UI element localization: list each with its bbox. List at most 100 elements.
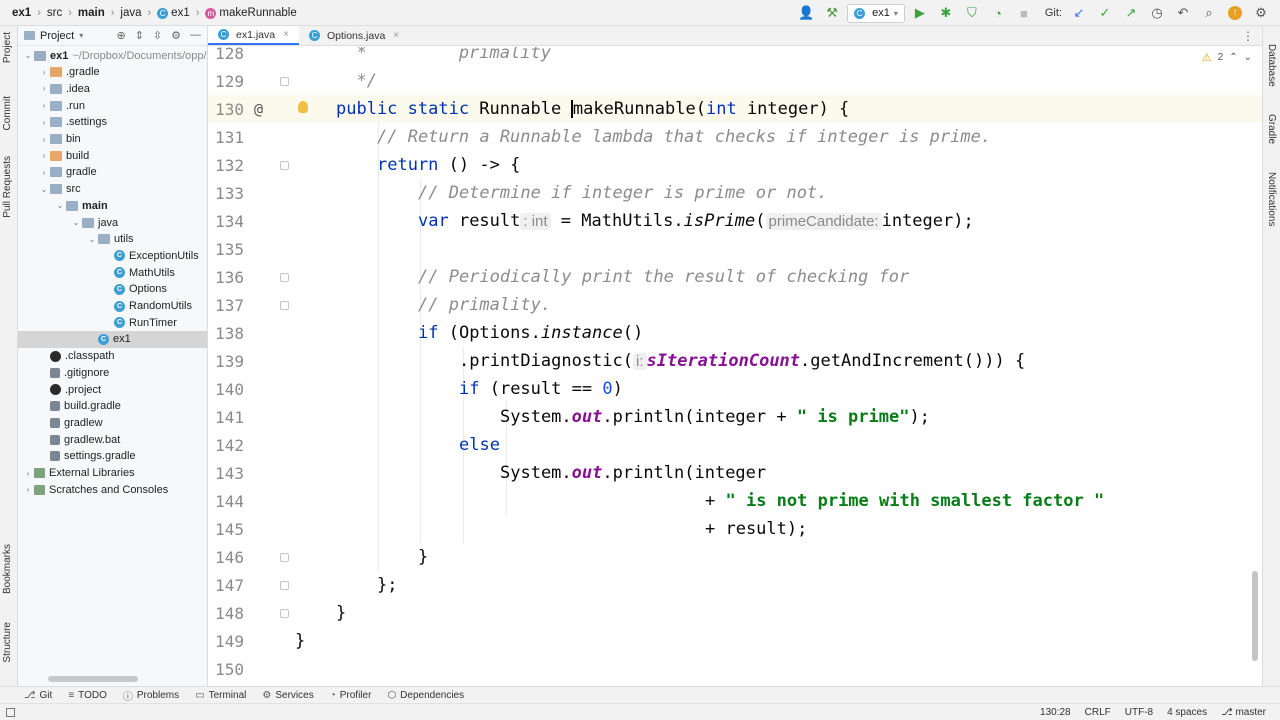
locate-icon[interactable]: ⊕ [116,29,125,42]
structure-tool-button[interactable]: Structure [2,622,13,663]
code-line[interactable]: 143 System.out.println(integer [208,459,1262,487]
line-number[interactable]: 150 [208,660,244,679]
code-line[interactable]: 148} [208,599,1262,627]
tree-item[interactable]: ⌄ src [18,181,207,198]
search-icon[interactable]: ⌕ [1198,3,1220,23]
tree-item[interactable]: ⌄ utils [18,231,207,248]
profile-icon[interactable]: ◔ [987,3,1009,23]
build-hammer-icon[interactable]: ⚒ [821,3,843,23]
chevron-right-icon[interactable]: › [38,101,50,110]
line-number[interactable]: 148 [208,604,244,623]
chevron-down-icon[interactable]: ⌄ [54,201,66,210]
notifications-tool-button[interactable]: Notifications [1266,172,1277,226]
code-line[interactable]: 129 */ [208,67,1262,95]
commit-tool-button[interactable]: Commit [2,96,13,130]
database-tool-button[interactable]: Database [1266,44,1277,87]
collapse-all-icon[interactable]: ⇳ [153,29,162,42]
line-number[interactable]: 147 [208,576,244,595]
chevron-right-icon[interactable]: › [38,84,50,93]
tool-window-button[interactable]: ≡ TODO [68,690,107,701]
tree-item[interactable]: .classpath [18,348,207,365]
tree-item[interactable]: › .settings [18,114,207,131]
tool-window-button[interactable]: ⓘ Problems [123,688,179,703]
line-number[interactable]: 141 [208,408,244,427]
code-line[interactable]: 139 .printDiagnostic(i: sIterationCount.ge… [208,347,1262,375]
editor-tab[interactable]: Cex1.java × [208,26,299,45]
gradle-tool-button[interactable]: Gradle [1266,114,1277,144]
tree-item[interactable]: .project [18,381,207,398]
tree-item[interactable]: › gradle [18,164,207,181]
tree-item[interactable]: ⌄ main [18,197,207,214]
tree-item[interactable]: gradlew.bat [18,431,207,448]
layout-icon[interactable] [6,707,15,717]
coverage-icon[interactable]: ⛉ [961,3,983,23]
line-number[interactable]: 139 [208,352,244,371]
breadcrumb-item[interactable]: src [45,7,64,19]
line-number[interactable]: 132 [208,156,244,175]
code-line[interactable]: 133 // Determine if integer is prime or n… [208,179,1262,207]
git-branch[interactable]: ⎇ master [1221,707,1266,718]
chevron-down-icon[interactable]: ⌄ [22,51,34,60]
tree-item[interactable]: build.gradle [18,398,207,415]
chevron-right-icon[interactable]: › [38,68,50,77]
tool-window-button[interactable]: ◔ Profiler [330,690,372,701]
tree-item[interactable]: › bin [18,131,207,148]
line-number[interactable]: 145 [208,520,244,539]
tree-item[interactable]: › Scratches and Consoles [18,481,207,498]
rollback-icon[interactable]: ↶ [1172,3,1194,23]
gear-icon[interactable]: ⚙ [171,29,181,42]
line-number[interactable]: 135 [208,240,244,259]
caret-position[interactable]: 130:28 [1040,707,1071,718]
line-number[interactable]: 134 [208,212,244,231]
stop-icon[interactable]: ■ [1013,3,1035,23]
horizontal-scrollbar[interactable] [48,676,138,682]
line-separator[interactable]: CRLF [1085,707,1111,718]
code-line[interactable]: 131 // Return a Runnable lambda that chec… [208,123,1262,151]
tree-item[interactable]: › build [18,147,207,164]
line-number[interactable]: 128 [208,47,244,63]
implemented-marker-icon[interactable]: @ [254,100,263,118]
chevron-down-icon[interactable]: ⌄ [70,218,82,227]
chevron-right-icon[interactable]: › [38,168,50,177]
git-update-icon[interactable]: ↙ [1068,3,1090,23]
code-line[interactable]: 130 @ public static Runnable makeRunnable(… [208,95,1262,123]
lightbulb-icon[interactable] [298,101,308,113]
code-line[interactable]: 144 + " is not prime with smallest factor… [208,487,1262,515]
tool-window-button[interactable]: ⬡ Dependencies [387,690,464,701]
tree-item[interactable]: ⌄ ex1 ~/Dropbox/Documents/opp/ [18,47,207,64]
code-line[interactable]: 141 System.out.println(integer + " is pri… [208,403,1262,431]
tree-item[interactable]: RunTimer [18,314,207,331]
updates-icon[interactable]: ↑ [1224,3,1246,23]
tree-item[interactable]: › .gradle [18,64,207,81]
code-line[interactable]: 146} [208,543,1262,571]
git-push-icon[interactable]: ↗ [1120,3,1142,23]
code-line[interactable]: 149} [208,627,1262,655]
minimize-icon[interactable]: — [190,29,201,42]
line-number[interactable]: 146 [208,548,244,567]
more-tabs-icon[interactable]: ⋮ [1242,26,1262,45]
code-line[interactable]: 136 // Periodically print the result of c… [208,263,1262,291]
run-icon[interactable]: ▶ [909,3,931,23]
breadcrumb-item[interactable]: m makeRunnable [203,7,298,19]
run-configuration-select[interactable]: C ex1 ▾ [847,3,905,23]
line-number[interactable]: 140 [208,380,244,399]
git-commit-icon[interactable]: ✓ [1094,3,1116,23]
pull-requests-tool-button[interactable]: Pull Requests [2,156,13,218]
tree-item[interactable]: .gitignore [18,364,207,381]
chevron-right-icon[interactable]: › [22,469,34,478]
close-icon[interactable]: × [393,30,399,41]
indent-setting[interactable]: 4 spaces [1167,707,1207,718]
inspection-widget[interactable]: ⚠ 2 ⌃ ⌄ [1202,51,1252,64]
tree-item[interactable]: ExceptionUtils [18,247,207,264]
line-number[interactable]: 137 [208,296,244,315]
line-number[interactable]: 142 [208,436,244,455]
code-line[interactable]: 145 + result); [208,515,1262,543]
tree-item[interactable]: ex1 [18,330,207,348]
chevron-down-icon[interactable]: ▾ [79,31,83,40]
tree-item[interactable]: › External Libraries [18,465,207,482]
tree-item[interactable]: RandomUtils [18,298,207,315]
file-encoding[interactable]: UTF-8 [1125,707,1153,718]
line-number[interactable]: 149 [208,632,244,651]
line-number[interactable]: 144 [208,492,244,511]
breadcrumb-item[interactable]: Cex1 [155,7,192,19]
